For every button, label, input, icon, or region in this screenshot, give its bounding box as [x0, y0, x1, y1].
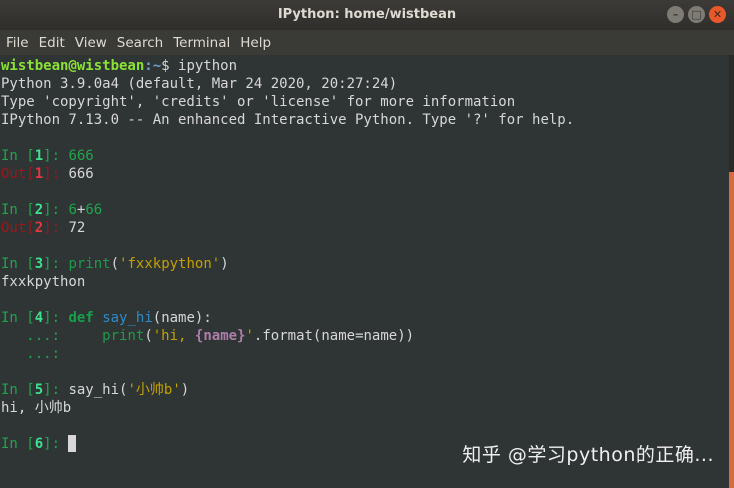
code-format-field: {name} [194, 328, 246, 344]
in-cell-1: In [1]: 666 [1, 147, 94, 165]
in-cell-4: In [4]: def say_hi(name): [1, 309, 212, 327]
terminal-output[interactable]: wistbean@wistbean:~$ ipython Python 3.9.… [0, 55, 729, 488]
out-cell-2: Out[2]: 72 [1, 219, 85, 237]
in-prompt-number: 6 [34, 436, 44, 452]
in-cell-5: In [5]: say_hi('小帅b') [1, 381, 189, 399]
code-string: 'fxxkpython' [119, 256, 221, 272]
code-paren: ( [110, 256, 120, 272]
menu-file[interactable]: File [6, 35, 29, 51]
shell-path: :~ [144, 58, 162, 74]
banner-line: Type 'copyright', 'credits' or 'license'… [1, 94, 516, 110]
code-paren: ) [220, 256, 229, 272]
code-method-call: .format(name=name)) [253, 328, 415, 344]
in-prompt-number: 3 [34, 256, 44, 272]
code-paren: ) [180, 382, 190, 398]
stdout-line: hi, 小帅b [1, 400, 72, 416]
stdout-line: fxxkpython [1, 274, 86, 290]
menu-edit[interactable]: Edit [39, 35, 65, 51]
in-cell-6[interactable]: In [6]: [1, 435, 77, 453]
shell-prompt-symbol: $ [161, 58, 179, 74]
code-paren: ( [144, 328, 153, 344]
code-function-name: say_hi [102, 310, 153, 326]
continuation-prompt: ...: [1, 346, 69, 362]
code-string: 'hi, [152, 328, 195, 344]
continuation-prompt: ...: [1, 328, 69, 344]
in-prompt: In [ [1, 148, 35, 164]
text-cursor [68, 435, 77, 452]
shell-prompt-line: wistbean@wistbean:~$ ipython [1, 57, 237, 75]
in-prompt: In [ [1, 382, 35, 398]
out-prompt: ]: [43, 220, 69, 236]
menu-help[interactable]: Help [240, 35, 271, 51]
in-prompt: In [ [1, 436, 35, 452]
code-signature: (name): [152, 310, 212, 326]
menu-bar: File Edit View Search Terminal Help [0, 30, 734, 55]
code-builtin: print [68, 256, 111, 272]
code-string: ' [245, 328, 254, 344]
in-prompt: ]: [43, 310, 69, 326]
in-prompt: ]: [43, 382, 69, 398]
in-cell-3: In [3]: print('fxxkpython') [1, 255, 229, 273]
continuation-line: ...: print('hi, {name}'.format(name=name… [1, 327, 414, 345]
banner-line: Python 3.9.0a4 (default, Mar 24 2020, 20… [1, 76, 398, 92]
title-bar[interactable]: IPython: home/wistbean – □ ✕ [0, 0, 734, 30]
in-prompt: ]: [43, 436, 69, 452]
in-cell-2: In [2]: 6+66 [1, 201, 102, 219]
window-title: IPython: home/wistbean [277, 7, 457, 22]
out-prompt: Out[ [1, 220, 35, 236]
code-number: 66 [85, 202, 103, 218]
terminal-window: IPython: home/wistbean – □ ✕ File Edit V… [0, 0, 734, 488]
code-builtin: print [102, 328, 145, 344]
code-call: say_hi( [68, 382, 128, 398]
code-number: 6 [68, 202, 77, 218]
out-prompt: ]: [43, 166, 69, 182]
out-cell-1: Out[1]: 666 [1, 165, 94, 183]
window-controls: – □ ✕ [667, 6, 726, 23]
maximize-button[interactable]: □ [688, 6, 705, 23]
in-prompt: In [ [1, 310, 35, 326]
continuation-line: ...: [1, 345, 68, 363]
in-prompt: ]: [43, 148, 69, 164]
code-number: 666 [68, 148, 94, 164]
code-string: '小帅b' [127, 382, 181, 398]
menu-view[interactable]: View [75, 35, 107, 51]
minimize-button[interactable]: – [667, 6, 684, 23]
out-value: 72 [68, 220, 86, 236]
out-value: 666 [68, 166, 94, 182]
out-prompt-number: 1 [34, 166, 44, 182]
in-prompt: ]: [43, 256, 69, 272]
menu-search[interactable]: Search [117, 35, 163, 51]
in-prompt-number: 4 [34, 310, 44, 326]
in-prompt-number: 2 [34, 202, 44, 218]
banner-line: IPython 7.13.0 -- An enhanced Interactiv… [1, 112, 575, 128]
in-prompt: ]: [43, 202, 69, 218]
scrollbar[interactable] [729, 55, 734, 488]
close-button[interactable]: ✕ [709, 6, 726, 23]
watermark: 知乎 @学习python的正确... [462, 444, 714, 466]
shell-command: ipython [178, 58, 238, 74]
menu-terminal[interactable]: Terminal [173, 35, 230, 51]
code-keyword: def [68, 310, 94, 326]
in-prompt: In [ [1, 256, 35, 272]
out-prompt-number: 2 [34, 220, 44, 236]
in-prompt-number: 5 [34, 382, 44, 398]
in-prompt-number: 1 [34, 148, 44, 164]
shell-user-host: wistbean@wistbean [1, 58, 145, 74]
scrollbar-thumb[interactable] [729, 172, 734, 488]
out-prompt: Out[ [1, 166, 35, 182]
in-prompt: In [ [1, 202, 35, 218]
